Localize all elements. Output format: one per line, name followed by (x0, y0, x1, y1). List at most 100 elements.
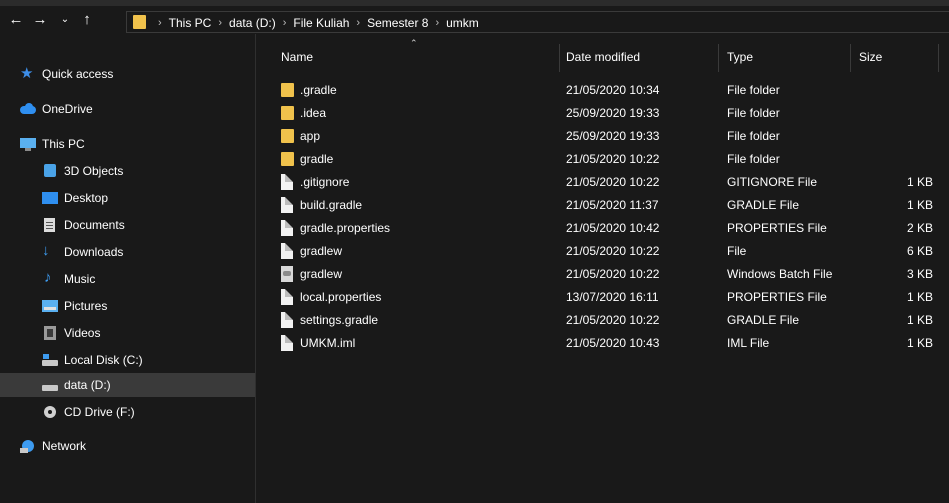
table-row[interactable]: local.properties 13/07/2020 16:11 PROPER… (256, 286, 949, 309)
folder-icon (281, 83, 294, 97)
sidebar-item-label: Music (64, 272, 96, 286)
column-divider[interactable] (559, 44, 560, 72)
file-type: GRADLE File (727, 313, 800, 327)
breadcrumb-data-d[interactable]: data (D:) (229, 16, 276, 30)
breadcrumb-this-pc[interactable]: This PC (169, 16, 212, 30)
column-divider[interactable] (718, 44, 719, 72)
table-row[interactable]: gradle.properties 21/05/2020 10:42 PROPE… (256, 217, 949, 240)
cloud-icon (20, 102, 36, 116)
sidebar-item-videos[interactable]: Videos (42, 321, 100, 345)
file-type: File folder (727, 152, 780, 166)
file-date: 21/05/2020 10:22 (566, 175, 660, 189)
computer-icon (20, 137, 36, 151)
sidebar-item-quick-access[interactable]: ★ Quick access (20, 62, 113, 86)
file-icon (281, 335, 293, 351)
column-header-date-modified[interactable]: Date modified (566, 50, 640, 64)
file-icon (281, 243, 293, 259)
folder-icon (133, 15, 146, 29)
sidebar-item-label: OneDrive (42, 102, 93, 116)
arrow-left-icon[interactable]: ← (6, 10, 26, 30)
sidebar-item-onedrive[interactable]: OneDrive (20, 97, 93, 121)
file-size: 1 KB (906, 198, 933, 212)
sidebar-item-downloads[interactable]: ↓ Downloads (42, 240, 123, 264)
sidebar-item-label: Downloads (64, 245, 124, 259)
file-type: GRADLE File (727, 198, 800, 212)
table-row[interactable]: gradle 21/05/2020 10:22 File folder (256, 148, 949, 171)
table-row[interactable]: app 25/09/2020 19:33 File folder (256, 125, 949, 148)
picture-icon (42, 299, 58, 313)
sidebar-item-label: This PC (42, 137, 85, 151)
file-icon (281, 197, 293, 213)
table-row[interactable]: .gitignore 21/05/2020 10:22 GITIGNORE Fi… (256, 171, 949, 194)
file-type: File folder (727, 129, 780, 143)
file-type: Windows Batch File (727, 267, 833, 281)
sidebar-item-pictures[interactable]: Pictures (42, 294, 107, 318)
arrow-right-icon[interactable]: → (30, 10, 50, 30)
sidebar-item-label: Documents (64, 218, 125, 232)
file-size: 3 KB (906, 267, 933, 281)
file-date: 13/07/2020 16:11 (566, 290, 659, 304)
address-bar[interactable]: › This PC › data (D:) › File Kuliah › Se… (126, 11, 949, 33)
table-row[interactable]: .gradle 21/05/2020 10:34 File folder (256, 79, 949, 102)
sidebar-item-desktop[interactable]: Desktop (42, 186, 108, 210)
file-name: .gradle (300, 83, 337, 97)
table-row[interactable]: UMKM.iml 21/05/2020 10:43 IML File 1 KB (256, 332, 949, 355)
chevron-down-icon[interactable]: ⌄ (55, 10, 75, 30)
navigation-bar: ← → ⌄ ↑ › This PC › data (D:) › File Kul… (0, 6, 949, 34)
file-date: 25/09/2020 19:33 (566, 129, 660, 143)
sidebar-item-local-disk-c[interactable]: Local Disk (C:) (42, 348, 143, 372)
film-icon (42, 326, 58, 340)
file-type: File folder (727, 83, 780, 97)
file-size: 2 KB (906, 221, 933, 235)
sidebar-item-this-pc[interactable]: This PC (20, 132, 85, 156)
file-name: gradlew (300, 244, 343, 258)
breadcrumb: › This PC › data (D:) › File Kuliah › Se… (151, 12, 479, 34)
file-size: 1 KB (906, 290, 933, 304)
file-date: 21/05/2020 10:22 (566, 267, 660, 281)
breadcrumb-umkm[interactable]: umkm (446, 16, 479, 30)
sidebar-item-data-d[interactable]: data (D:) (0, 373, 255, 397)
file-icon (281, 289, 293, 305)
chevron-right-icon[interactable]: › (283, 17, 287, 29)
file-icon (281, 174, 293, 190)
column-divider[interactable] (850, 44, 851, 72)
chevron-right-icon[interactable]: › (356, 17, 360, 29)
table-row[interactable]: .idea 25/09/2020 19:33 File folder (256, 102, 949, 125)
file-icon (281, 220, 293, 236)
file-date: 25/09/2020 19:33 (566, 106, 660, 120)
sort-ascending-icon: ⌃ (410, 38, 418, 48)
batch-file-icon (281, 266, 293, 282)
sidebar-item-cd-drive-f[interactable]: CD Drive (F:) (42, 400, 135, 424)
file-size: 6 KB (906, 244, 933, 258)
sidebar-item-music[interactable]: ♪ Music (42, 267, 95, 291)
sidebar-item-network[interactable]: Network (20, 434, 86, 458)
sidebar-item-label: Quick access (42, 67, 114, 81)
breadcrumb-file-kuliah[interactable]: File Kuliah (293, 16, 349, 30)
column-header-size[interactable]: Size (859, 50, 882, 64)
file-name: local.properties (300, 290, 382, 304)
table-row[interactable]: settings.gradle 21/05/2020 10:22 GRADLE … (256, 309, 949, 332)
drive-icon (42, 378, 58, 392)
column-header-name[interactable]: Name (281, 50, 313, 64)
sidebar-item-documents[interactable]: Documents (42, 213, 125, 237)
table-row[interactable]: build.gradle 21/05/2020 11:37 GRADLE Fil… (256, 194, 949, 217)
file-name: app (300, 129, 321, 143)
table-row[interactable]: gradlew 21/05/2020 10:22 Windows Batch F… (256, 263, 949, 286)
breadcrumb-semester-8[interactable]: Semester 8 (367, 16, 428, 30)
chevron-right-icon[interactable]: › (435, 17, 439, 29)
column-header-type[interactable]: Type (727, 50, 753, 64)
sidebar-item-label: Desktop (64, 191, 109, 205)
sidebar-item-label: Local Disk (C:) (64, 353, 143, 367)
desktop-icon (42, 191, 58, 205)
arrow-up-icon[interactable]: ↑ (77, 10, 97, 30)
file-date: 21/05/2020 10:34 (566, 83, 660, 97)
sidebar-item-3d-objects[interactable]: 3D Objects (42, 159, 123, 183)
table-row[interactable]: gradlew 21/05/2020 10:22 File 6 KB (256, 240, 949, 263)
chevron-right-icon[interactable]: › (158, 17, 162, 29)
chevron-right-icon[interactable]: › (218, 17, 222, 29)
file-name: settings.gradle (300, 313, 379, 327)
sidebar-item-label: data (D:) (64, 378, 111, 392)
network-icon (20, 439, 36, 453)
file-type: IML File (727, 336, 770, 350)
column-divider[interactable] (938, 44, 939, 72)
